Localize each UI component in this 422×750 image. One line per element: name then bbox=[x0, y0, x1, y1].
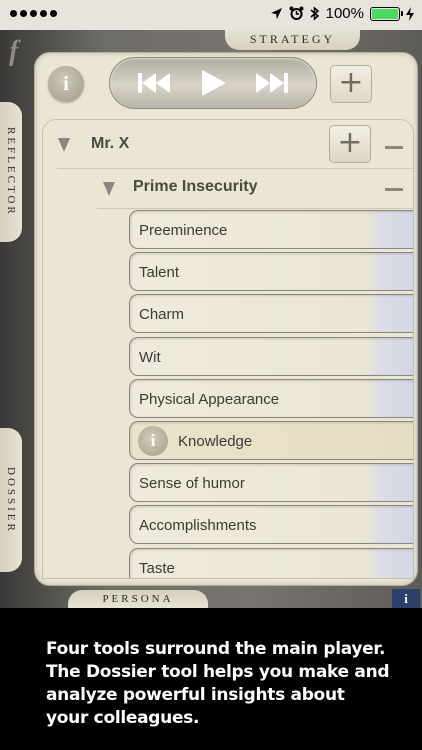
item-info-button[interactable]: i bbox=[138, 425, 168, 456]
alarm-clock-icon bbox=[289, 6, 304, 20]
player-controls bbox=[109, 57, 317, 109]
app-logo: f bbox=[9, 36, 19, 67]
item-label: Physical Appearance bbox=[139, 390, 280, 408]
item-label: Taste bbox=[139, 559, 175, 577]
signal-strength-icon bbox=[10, 10, 57, 17]
item-label: Sense of humor bbox=[139, 475, 245, 493]
promo-caption: Four tools surround the main player. The… bbox=[0, 608, 422, 750]
tab-reflector[interactable]: REFLECTOR bbox=[0, 102, 22, 242]
person-name: Mr. X bbox=[91, 135, 130, 152]
dossier-list: Mr. X + Prime Insecurity Preeminence Tal… bbox=[42, 119, 414, 579]
play-icon bbox=[201, 70, 226, 96]
list-item[interactable]: Charm bbox=[129, 294, 413, 334]
status-indicators: 100% bbox=[270, 5, 414, 22]
item-label: Preeminence bbox=[139, 222, 228, 239]
add-category-button[interactable]: + bbox=[329, 125, 371, 163]
item-list: Preeminence Talent Charm Wit Physical Ap… bbox=[129, 210, 413, 578]
play-button[interactable] bbox=[193, 63, 233, 103]
remove-category-icon[interactable] bbox=[385, 188, 403, 191]
divider bbox=[97, 208, 413, 209]
category-row[interactable]: Prime Insecurity bbox=[43, 168, 413, 208]
remove-person-icon[interactable] bbox=[385, 146, 403, 149]
list-item[interactable]: Talent bbox=[129, 252, 413, 292]
list-item[interactable]: Sense of humor bbox=[129, 463, 413, 503]
list-item[interactable]: Preeminence bbox=[129, 210, 413, 249]
tab-persona[interactable]: PERSONA bbox=[68, 590, 208, 608]
collapse-triangle-icon[interactable] bbox=[103, 182, 115, 196]
list-item[interactable]: Wit bbox=[129, 336, 413, 376]
tab-dossier[interactable]: DOSSIER bbox=[0, 428, 22, 572]
charging-bolt-icon bbox=[406, 6, 414, 21]
list-item[interactable]: Accomplishments bbox=[129, 505, 413, 545]
list-item[interactable]: Taste bbox=[129, 547, 413, 578]
list-item[interactable]: Physical Appearance bbox=[129, 378, 413, 418]
battery-icon bbox=[370, 6, 403, 21]
app-frame: f STRATEGY REFLECTOR DOSSIER PERSONA i i bbox=[0, 30, 422, 608]
app-info-button[interactable]: i bbox=[392, 589, 420, 608]
person-row[interactable]: Mr. X + bbox=[43, 120, 413, 168]
tab-strategy[interactable]: STRATEGY bbox=[225, 30, 360, 50]
category-name: Prime Insecurity bbox=[133, 178, 258, 195]
location-arrow-icon bbox=[270, 8, 282, 19]
next-button[interactable] bbox=[252, 63, 292, 103]
item-label: Accomplishments bbox=[139, 517, 257, 535]
add-button[interactable]: + bbox=[330, 65, 372, 103]
item-label: Wit bbox=[139, 348, 161, 366]
skip-back-icon bbox=[137, 73, 170, 93]
dossier-panel: i + Mr. X + Prime Insecurity Preeminence… bbox=[34, 52, 418, 586]
list-item-selected[interactable]: i Knowledge bbox=[129, 420, 413, 460]
status-bar: 100% bbox=[0, 0, 422, 30]
info-button[interactable]: i bbox=[48, 66, 84, 102]
battery-percent: 100% bbox=[325, 5, 364, 22]
skip-forward-icon bbox=[256, 73, 289, 93]
item-label: Knowledge bbox=[178, 432, 253, 450]
bluetooth-icon bbox=[310, 6, 319, 21]
item-label: Talent bbox=[139, 264, 180, 282]
collapse-triangle-icon[interactable] bbox=[58, 138, 70, 152]
item-label: Charm bbox=[139, 306, 185, 324]
previous-button[interactable] bbox=[134, 63, 174, 103]
